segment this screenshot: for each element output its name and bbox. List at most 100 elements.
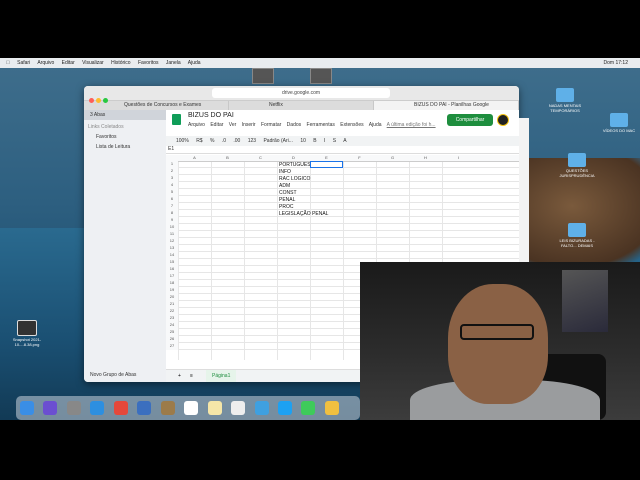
sheets-menu-ajuda[interactable]: Ajuda <box>369 122 382 128</box>
table-cell[interactable]: INFO <box>279 169 291 175</box>
column-header[interactable]: C <box>244 155 277 160</box>
sheet-list-icon[interactable]: ≡ <box>190 370 193 382</box>
name-box[interactable]: E1 <box>168 146 174 152</box>
zoom-select[interactable]: 100% <box>176 138 189 144</box>
row-header[interactable]: 19 <box>166 287 178 294</box>
row-header[interactable]: 2 <box>166 168 178 175</box>
menu-editar[interactable]: Editar <box>62 60 75 66</box>
column-header[interactable]: G <box>376 155 409 160</box>
row-header[interactable]: 10 <box>166 224 178 231</box>
facetime-icon[interactable] <box>301 401 316 415</box>
menu-favoritos[interactable]: Favoritos <box>138 60 159 66</box>
column-header[interactable]: I <box>442 155 475 160</box>
format-select[interactable]: 123 <box>248 138 256 144</box>
table-cell[interactable]: PROC <box>279 204 293 210</box>
row-header[interactable]: 8 <box>166 210 178 217</box>
video-thumbnail[interactable] <box>310 68 332 84</box>
table-cell[interactable]: LEGISLAÇÃO PENAL <box>279 211 328 217</box>
menu-ajuda[interactable]: Ajuda <box>188 60 201 66</box>
menu-arquivo[interactable]: Arquivo <box>37 60 54 66</box>
sheets-menu-arquivo[interactable]: Arquivo <box>188 122 205 128</box>
percent-button[interactable]: % <box>210 138 214 144</box>
row-header[interactable]: 21 <box>166 301 178 308</box>
row-header[interactable]: 16 <box>166 266 178 273</box>
calendar-icon[interactable] <box>184 401 199 415</box>
row-header[interactable]: 25 <box>166 329 178 336</box>
row-header[interactable]: 3 <box>166 175 178 182</box>
table-cell[interactable]: ADM <box>279 183 290 189</box>
contacts-icon[interactable] <box>160 401 175 415</box>
close-icon[interactable] <box>89 98 94 103</box>
row-header[interactable]: 5 <box>166 189 178 196</box>
row-header[interactable]: 7 <box>166 203 178 210</box>
font-select[interactable]: Padrão (Ari... <box>263 138 292 144</box>
column-header[interactable]: D <box>277 155 310 160</box>
notes-icon[interactable] <box>207 401 222 415</box>
row-header[interactable]: 12 <box>166 238 178 245</box>
sheets-menu-editar[interactable]: Editar <box>210 122 223 128</box>
share-button[interactable]: Compartilhar <box>447 114 493 126</box>
safari-icon[interactable] <box>90 401 105 415</box>
increase-decimal-button[interactable]: .00 <box>233 138 240 144</box>
selected-cell[interactable] <box>310 161 343 168</box>
chrome-icon[interactable] <box>113 401 128 415</box>
apple-icon[interactable]:  <box>6 60 10 66</box>
sheets-menu-formatar[interactable]: Formatar <box>261 122 281 128</box>
desktop-icon-folder[interactable]: NADAS MENTAIS TEMPORÁRIOS <box>540 88 590 113</box>
row-header[interactable]: 18 <box>166 280 178 287</box>
sidebar-tabs[interactable]: 3 Abas <box>84 110 166 120</box>
decrease-decimal-button[interactable]: .0 <box>222 138 226 144</box>
row-header[interactable]: 17 <box>166 273 178 280</box>
doc-title[interactable]: BIZUS DO PAI <box>188 112 234 119</box>
last-edit-link[interactable]: A última edição foi h... <box>387 122 436 128</box>
address-bar[interactable]: drive.google.com <box>212 88 390 98</box>
reminders-icon[interactable] <box>231 401 246 415</box>
column-header[interactable]: A <box>178 155 211 160</box>
row-header[interactable]: 15 <box>166 259 178 266</box>
video-thumbnail[interactable] <box>252 68 274 84</box>
desktop-icon-snapshot[interactable]: Snapshot 2021-10-...8.38.png <box>2 320 52 347</box>
row-header[interactable]: 9 <box>166 217 178 224</box>
add-sheet-icon[interactable]: + <box>178 370 181 382</box>
menu-clock[interactable]: Dom 17:12 <box>604 58 628 68</box>
sheets-menu-inserir[interactable]: Inserir <box>242 122 256 128</box>
sheets-menu-ferramentas[interactable]: Ferramentas <box>307 122 335 128</box>
text-color-button[interactable]: A <box>343 138 346 144</box>
table-cell[interactable]: PORTUGUES <box>279 162 311 168</box>
photos-icon[interactable] <box>137 401 152 415</box>
launchpad-icon[interactable] <box>66 401 81 415</box>
column-header[interactable]: B <box>211 155 244 160</box>
menu-visualizar[interactable]: Visualizar <box>82 60 104 66</box>
maps-icon[interactable] <box>254 401 269 415</box>
row-header[interactable]: 27 <box>166 343 178 350</box>
row-header[interactable]: 4 <box>166 182 178 189</box>
italic-button[interactable]: I <box>324 138 325 144</box>
column-header[interactable]: F <box>343 155 376 160</box>
sheets-menu-ver[interactable]: Ver <box>229 122 237 128</box>
desktop-icon-folder[interactable]: LEIS BIZURADAS - FALTO... DEMAIS <box>552 223 602 248</box>
sheet-tab-pagina1[interactable]: Página1 <box>206 370 237 382</box>
table-cell[interactable]: PENAL <box>279 197 295 203</box>
row-header[interactable]: 26 <box>166 336 178 343</box>
sidebar-item-lista-leitura[interactable]: Lista de Leitura <box>84 142 166 152</box>
pages-icon[interactable] <box>324 401 339 415</box>
sidebar-item-favoritos[interactable]: Favoritos <box>84 132 166 142</box>
zoom-icon[interactable] <box>103 98 108 103</box>
font-size-select[interactable]: 10 <box>300 138 306 144</box>
table-cell[interactable]: RAC LOGICO <box>279 176 310 182</box>
sheets-logo-icon[interactable] <box>172 114 181 125</box>
row-header[interactable]: 6 <box>166 196 178 203</box>
column-header[interactable]: H <box>409 155 442 160</box>
new-tab-group-button[interactable]: Novo Grupo de Abas <box>90 372 136 378</box>
row-header[interactable]: 22 <box>166 308 178 315</box>
siri-icon[interactable] <box>43 401 58 415</box>
row-header[interactable]: 1 <box>166 161 178 168</box>
tab-netflix[interactable]: Netflix <box>229 101 374 110</box>
sheets-menu-extensoes[interactable]: Extensões <box>340 122 363 128</box>
desktop-icon-folder[interactable]: QUESTÕES JURISPRUDÊNCIA <box>552 153 602 178</box>
bold-button[interactable]: B <box>313 138 316 144</box>
menu-janela[interactable]: Janela <box>166 60 181 66</box>
column-header[interactable]: E <box>310 155 343 160</box>
tab-sheets[interactable]: BIZUS DO PAI - Planilhas Google <box>374 101 519 110</box>
row-header[interactable]: 14 <box>166 252 178 259</box>
